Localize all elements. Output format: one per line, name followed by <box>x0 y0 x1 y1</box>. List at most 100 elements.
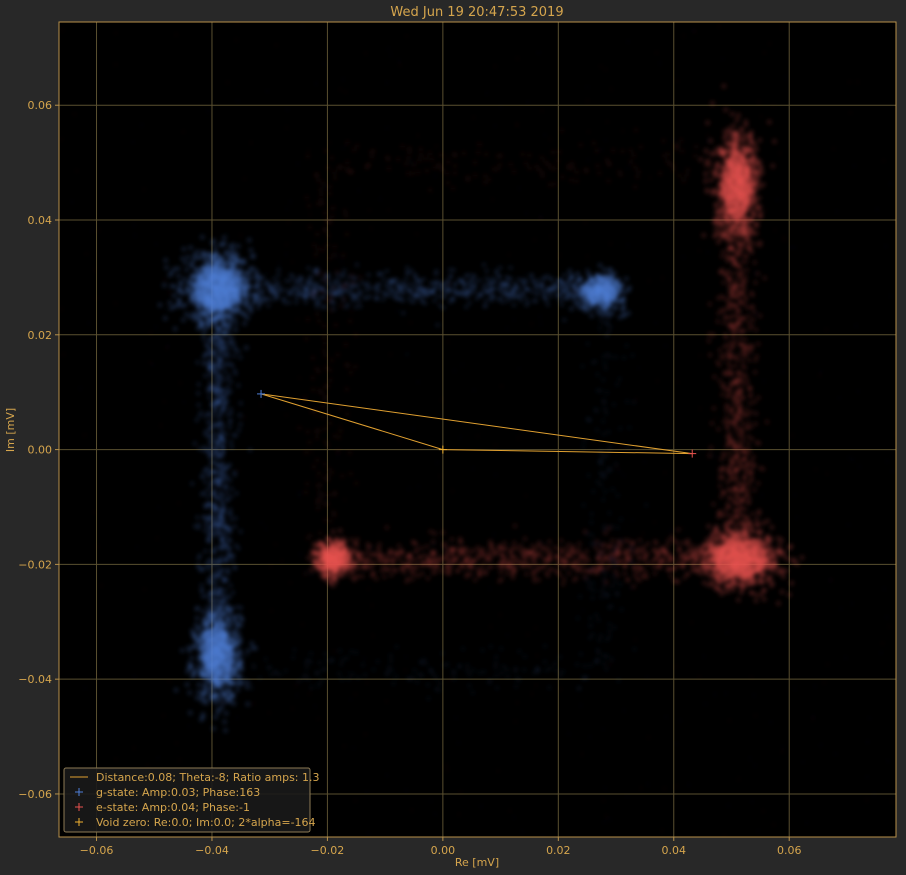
scatter-point <box>639 786 643 790</box>
scatter-point <box>176 273 181 279</box>
scatter-point <box>514 285 519 290</box>
scatter-point <box>227 511 232 515</box>
scatter-point <box>740 381 745 386</box>
scatter-point <box>648 176 652 179</box>
scatter-point <box>724 415 729 420</box>
scatter-point <box>574 337 578 341</box>
scatter-point <box>733 339 737 343</box>
scatter-point <box>241 258 247 264</box>
scatter-point <box>221 257 227 262</box>
scatter-point <box>780 26 784 30</box>
scatter-point <box>416 380 420 384</box>
scatter-point <box>549 294 554 298</box>
scatter-point <box>730 489 735 494</box>
scatter-point <box>578 276 583 282</box>
scatter-point <box>663 787 666 790</box>
scatter-point <box>210 459 215 464</box>
scatter-point <box>420 287 425 291</box>
scatter-point <box>401 289 405 294</box>
scatter-point <box>225 233 229 237</box>
scatter-point <box>598 303 603 308</box>
scatter-point <box>216 562 221 567</box>
scatter-point <box>205 561 210 565</box>
scatter-point <box>216 547 221 551</box>
scatter-point <box>581 608 585 612</box>
scatter-point <box>405 265 410 270</box>
scatter-point <box>241 286 246 291</box>
scatter-point <box>294 280 299 284</box>
scatter-point <box>218 618 223 624</box>
scatter-point <box>513 281 517 286</box>
scatter-point <box>235 682 241 688</box>
scatter-point <box>162 283 167 288</box>
scatter-point <box>180 256 185 261</box>
scatter-point <box>472 284 477 288</box>
scatter-point <box>218 559 223 563</box>
scatter-point <box>586 99 590 103</box>
scatter-point <box>221 577 225 582</box>
scatter-point <box>371 667 376 672</box>
scatter-point <box>165 346 169 350</box>
scatter-point <box>553 661 558 666</box>
scatter-point <box>581 445 586 450</box>
scatter-point <box>589 541 594 546</box>
scatter-point <box>538 315 542 319</box>
scatter-point <box>607 304 612 309</box>
scatter-point <box>454 716 458 720</box>
scatter-point <box>198 568 203 572</box>
scatter-point <box>616 493 620 498</box>
scatter-point <box>630 353 635 358</box>
scatter-point <box>197 413 202 418</box>
scatter-point <box>196 682 202 687</box>
scatter-point <box>219 614 224 619</box>
scatter-point <box>451 268 456 272</box>
scatter-point <box>781 370 785 374</box>
scatter-point <box>675 79 679 83</box>
scatter-point <box>265 89 269 93</box>
scatter-point <box>178 381 182 385</box>
scatter-point <box>740 364 745 368</box>
scatter-point <box>193 267 198 272</box>
scatter-point <box>227 374 231 378</box>
scatter-point <box>199 324 205 330</box>
scatter-point <box>445 768 449 772</box>
scatter-point <box>450 489 454 493</box>
scatter-point <box>194 615 200 621</box>
scatter-point <box>230 340 236 345</box>
scatter-point <box>723 353 727 357</box>
scatter-point <box>532 299 536 303</box>
scatter-point <box>200 712 206 717</box>
scatter-point <box>211 468 215 473</box>
scatter-point <box>218 479 222 483</box>
scatter-point <box>573 283 577 287</box>
scatter-point <box>151 363 155 367</box>
scatter-point <box>414 282 418 287</box>
scatter-point <box>707 332 712 337</box>
scatter-point <box>624 343 629 348</box>
scatter-point <box>865 775 869 779</box>
scatter-point <box>199 583 204 588</box>
scatter-point <box>411 675 415 680</box>
scatter-point <box>565 286 570 292</box>
scatter-point <box>654 321 657 325</box>
scatter-point <box>342 268 347 273</box>
scatter-point <box>461 646 465 651</box>
scatter-point <box>624 276 629 282</box>
scatter-point <box>212 587 216 591</box>
scatter-point <box>222 353 226 358</box>
scatter-point <box>389 53 393 57</box>
scatter-point <box>707 453 712 458</box>
scatter-point <box>693 30 697 34</box>
scatter-point <box>239 666 244 671</box>
scatter-point <box>583 304 589 309</box>
scatter-point <box>491 276 495 281</box>
scatter-point <box>269 297 273 302</box>
scatter-point <box>682 256 685 259</box>
scatter-point <box>682 34 686 38</box>
scatter-point <box>239 234 243 237</box>
scatter-point <box>274 542 278 546</box>
scatter-point <box>663 471 667 474</box>
scatter-point <box>221 240 227 246</box>
scatter-point <box>775 198 779 202</box>
scatter-point <box>184 311 189 317</box>
